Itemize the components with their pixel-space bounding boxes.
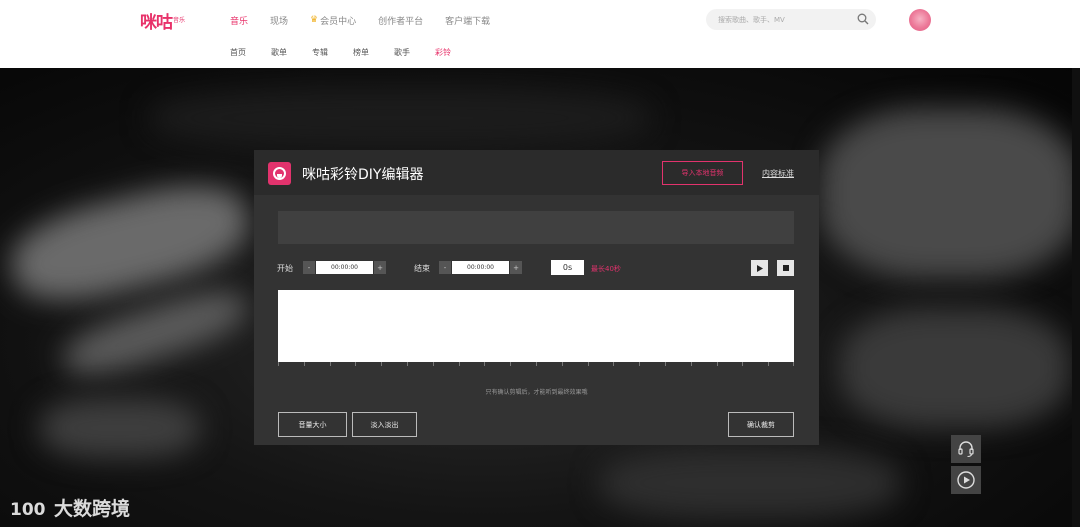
nav-item-label: 现场 [270,16,289,27]
customer-service-button[interactable] [951,435,981,463]
waveform-area[interactable] [278,290,794,362]
end-label: 结束 [414,264,430,273]
page-scrollbar[interactable] [1072,68,1080,527]
bg-shape [840,308,1070,428]
migu-logo[interactable]: 咪咕 音乐 [140,9,186,33]
logo-wordmark: 咪咕 [140,12,173,33]
duration-limit-note: 最长40秒 [591,265,621,273]
nav-item-label: 音乐 [230,16,249,27]
start-decrement-button[interactable]: - [303,261,315,274]
site-header: 咪咕 音乐 音乐 现场 ♛ 会员中心 创作者平台 客户端下载 首页 歌单 专辑 [0,0,1080,68]
fade-in-out-button[interactable]: 淡入淡出 [352,412,417,437]
nav-item-client-download[interactable]: 客户端下载 [445,12,490,28]
import-local-audio-button[interactable]: 导入本地音频 [662,161,743,185]
search-box [706,9,876,30]
bg-shape [600,448,900,518]
subnav-item-artists[interactable]: 歌手 [394,47,410,58]
end-time-field[interactable]: 00:00:00 [452,261,509,274]
nav-item-music[interactable]: 音乐 [230,12,248,28]
ringtone-editor-panel: 咪咕彩铃DIY编辑器 导入本地音频 内容标准 开始 - 00:00:00 + 结… [254,150,819,445]
bg-shape [40,398,200,458]
confirm-hint-text: 只有确认剪辑后，才能听到最终效果哦 [485,389,588,396]
subnav-item-playlists[interactable]: 歌单 [271,47,287,58]
start-time-field[interactable]: 00:00:00 [316,261,373,274]
volume-button[interactable]: 音量大小 [278,412,347,437]
watermark: 100 大数跨境 [10,494,130,521]
stop-button[interactable] [777,260,794,276]
subnav-item-albums[interactable]: 专辑 [312,47,328,58]
timeline-ruler [278,362,794,368]
bg-shape [150,88,650,148]
subnav-item-charts[interactable]: 榜单 [353,47,369,58]
play-icon [757,264,763,272]
migu-ringtone-logo-icon [268,162,291,185]
editor-title: 咪咕彩铃DIY编辑器 [302,167,424,183]
nav-item-label: 客户端下载 [445,16,491,27]
headset-icon [958,441,974,458]
nav-item-live[interactable]: 现场 [270,12,288,28]
bg-shape [820,108,1080,278]
content-standard-link[interactable]: 内容标准 [762,168,794,179]
search-icon[interactable] [857,13,869,25]
crown-icon: ♛ [310,15,319,25]
watermark-logo: 100 [10,500,46,520]
start-label: 开始 [277,264,293,273]
audio-track-bar[interactable] [278,211,794,244]
nav-item-label: 会员中心 [320,16,357,27]
top-nav: 音乐 现场 ♛ 会员中心 创作者平台 客户端下载 [230,12,512,28]
editor-header: 咪咕彩铃DIY编辑器 导入本地音频 内容标准 [254,150,819,195]
logo-subtext: 音乐 [173,16,186,24]
duration-field: 0s [551,260,584,275]
subnav-item-home[interactable]: 首页 [230,47,246,58]
play-circle-icon [957,471,975,489]
player-button[interactable] [951,466,981,494]
subnav-item-ringtone[interactable]: 彩铃 [435,47,451,58]
watermark-logo-text: 100 [10,500,46,520]
time-controls: 开始 - 00:00:00 + 结束 - 00:00:00 + 0s 最长40秒 [254,260,819,276]
play-button[interactable] [751,260,768,276]
nav-item-label: 创作者平台 [378,16,424,27]
sub-nav: 首页 歌单 专辑 榜单 歌手 彩铃 [230,47,476,58]
nav-item-membership[interactable]: ♛ 会员中心 [310,12,356,28]
start-increment-button[interactable]: + [374,261,386,274]
watermark-text: 大数跨境 [54,498,131,520]
search-input[interactable] [718,12,848,27]
nav-item-creator-platform[interactable]: 创作者平台 [378,12,423,28]
stop-icon [782,265,789,271]
end-increment-button[interactable]: + [510,261,522,274]
end-decrement-button[interactable]: - [439,261,451,274]
user-avatar[interactable] [909,9,931,31]
confirm-trim-button[interactable]: 确认裁剪 [728,412,794,437]
